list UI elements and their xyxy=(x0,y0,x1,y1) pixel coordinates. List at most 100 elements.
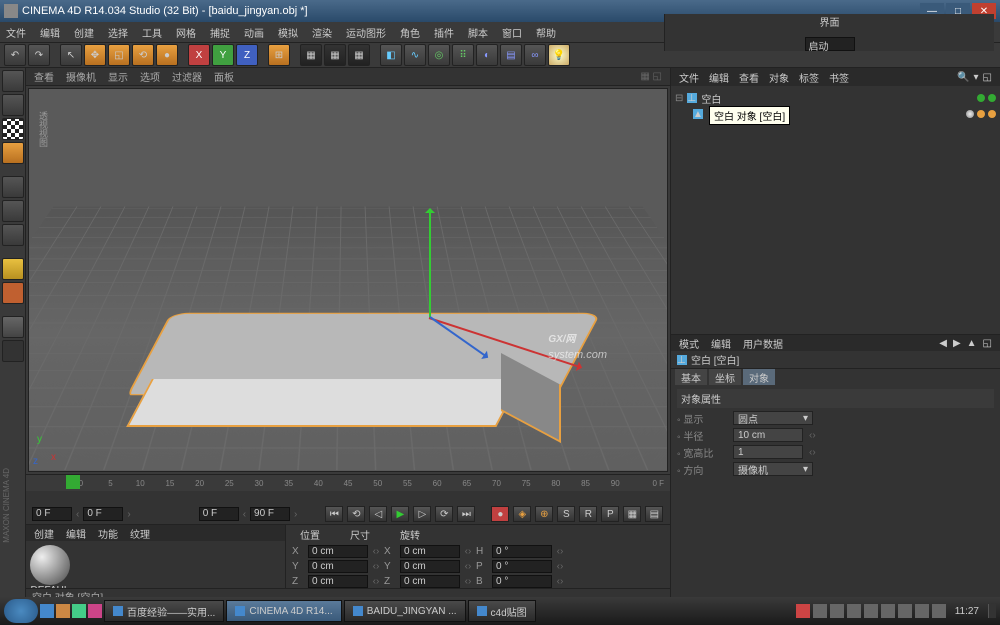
render-dot[interactable] xyxy=(988,94,996,102)
deformer-button[interactable]: ◐ xyxy=(476,44,498,66)
point-mode-button[interactable] xyxy=(2,176,24,198)
render-region-button[interactable]: ▦ xyxy=(324,44,346,66)
goto-end-button[interactable]: ⏭ xyxy=(457,506,475,522)
taskbar-item[interactable]: 百度经验——实用... xyxy=(104,600,224,622)
move-tool[interactable]: ✥ xyxy=(84,44,106,66)
tray-icon[interactable] xyxy=(813,604,827,618)
visibility-dot[interactable] xyxy=(977,110,985,118)
object-row[interactable]: ⊟ ⊥ 空白 xyxy=(675,90,996,106)
material-tab[interactable]: 功能 xyxy=(98,526,118,541)
tray-icon[interactable] xyxy=(830,604,844,618)
object-panel-tab[interactable]: 文件 xyxy=(679,70,699,85)
menu-item[interactable]: 网格 xyxy=(176,25,196,40)
timeline-current-field[interactable]: 0 F xyxy=(83,507,123,521)
material-preview[interactable] xyxy=(30,545,70,585)
tray-icon[interactable] xyxy=(847,604,861,618)
coord-rot-field[interactable]: 0 ° xyxy=(492,575,552,588)
object-tree[interactable]: ⊟ ⊥ 空白 ▲ 空白 对象 [空白] xyxy=(671,86,1000,334)
timeline-ruler[interactable]: 0510152025303540455055606570758085900 F xyxy=(26,475,670,491)
layout-drop[interactable]: 启动 xyxy=(805,37,855,51)
menu-item[interactable]: 动画 xyxy=(244,25,264,40)
viewport-tab[interactable]: 选项 xyxy=(140,69,160,84)
menu-item[interactable]: 脚本 xyxy=(468,25,488,40)
quicklaunch-icon[interactable] xyxy=(88,604,102,618)
axis-y-toggle[interactable]: Y xyxy=(212,44,234,66)
coord-size-field[interactable]: 0 cm xyxy=(400,575,460,588)
search-icon[interactable]: 🔍 xyxy=(957,72,969,83)
tray-icon[interactable] xyxy=(881,604,895,618)
coord-rot-field[interactable]: 0 ° xyxy=(492,560,552,573)
menu-item[interactable]: 插件 xyxy=(434,25,454,40)
menu-item[interactable]: 创建 xyxy=(74,25,94,40)
attr-subtab[interactable]: 对象 xyxy=(743,369,775,385)
object-panel-tab[interactable]: 查看 xyxy=(739,70,759,85)
coord-pos-field[interactable]: 0 cm xyxy=(308,575,368,588)
material-tab[interactable]: 编辑 xyxy=(66,526,86,541)
render-view-button[interactable]: ▦ xyxy=(300,44,322,66)
model-mode-button[interactable] xyxy=(2,70,24,92)
menu-item[interactable]: 文件 xyxy=(6,25,26,40)
viewport-tab[interactable]: 摄像机 xyxy=(66,69,96,84)
environment-button[interactable]: ▤ xyxy=(500,44,522,66)
timeline-start-field[interactable]: 0 F xyxy=(32,507,72,521)
light-button[interactable]: 💡 xyxy=(548,44,570,66)
menu-item[interactable]: 工具 xyxy=(142,25,162,40)
record-button[interactable]: ● xyxy=(491,506,509,522)
menu-item[interactable]: 运动图形 xyxy=(346,25,386,40)
visibility-dot[interactable] xyxy=(977,94,985,102)
quicklaunch-icon[interactable] xyxy=(72,604,86,618)
spline-button[interactable]: ∿ xyxy=(404,44,426,66)
tray-icon[interactable] xyxy=(915,604,929,618)
prev-key-button[interactable]: ⟲ xyxy=(347,506,365,522)
key-pos-button[interactable]: ⊕ xyxy=(535,506,553,522)
viewport-tab[interactable]: 显示 xyxy=(108,69,128,84)
attr-back-icon[interactable]: ◀ xyxy=(939,338,947,349)
viewport-mini-icon[interactable]: ▦ ◱ xyxy=(640,71,662,82)
coord-size-field[interactable]: 0 cm xyxy=(400,560,460,573)
menu-item[interactable]: 窗口 xyxy=(502,25,522,40)
axis-x-toggle[interactable]: X xyxy=(188,44,210,66)
goto-start-button[interactable]: ⏮ xyxy=(325,506,343,522)
object-mode-button[interactable] xyxy=(2,94,24,116)
show-desktop-button[interactable] xyxy=(988,604,996,618)
texture-mode-button[interactable] xyxy=(2,118,24,140)
key-param-button[interactable]: P xyxy=(601,506,619,522)
mesh-object[interactable] xyxy=(149,279,579,429)
coord-system-button[interactable]: ⊞ xyxy=(268,44,290,66)
tag-icon[interactable] xyxy=(966,110,974,118)
object-panel-tab[interactable]: 书签 xyxy=(829,70,849,85)
taskbar-item[interactable]: c4d贴图 xyxy=(468,600,536,622)
prev-frame-button[interactable]: ◁ xyxy=(369,506,387,522)
next-key-button[interactable]: ⟳ xyxy=(435,506,453,522)
edge-mode-button[interactable] xyxy=(2,200,24,222)
menu-item[interactable]: 帮助 xyxy=(536,25,556,40)
menu-item[interactable]: 角色 xyxy=(400,25,420,40)
tray-icon[interactable] xyxy=(898,604,912,618)
object-panel-tab[interactable]: 编辑 xyxy=(709,70,729,85)
object-panel-tab[interactable]: 标签 xyxy=(799,70,819,85)
attr-dropdown[interactable]: 圆点 ▾ xyxy=(733,411,813,425)
nurbs-button[interactable]: ◎ xyxy=(428,44,450,66)
array-button[interactable]: ⠿ xyxy=(452,44,474,66)
menu-item[interactable]: 渲染 xyxy=(312,25,332,40)
axis-mode-button[interactable] xyxy=(2,258,24,280)
coord-size-field[interactable]: 0 cm xyxy=(400,545,460,558)
lasttool-button[interactable]: ● xyxy=(156,44,178,66)
key-scale-button[interactable]: S xyxy=(557,506,575,522)
tray-icon[interactable] xyxy=(864,604,878,618)
quicklaunch-icon[interactable] xyxy=(40,604,54,618)
timeline-playhead[interactable] xyxy=(66,475,80,489)
menu-item[interactable]: 模拟 xyxy=(278,25,298,40)
attr-subtab[interactable]: 坐标 xyxy=(709,369,741,385)
viewport-tab[interactable]: 面板 xyxy=(214,69,234,84)
next-frame-button[interactable]: ▷ xyxy=(413,506,431,522)
menu-item[interactable]: 捕捉 xyxy=(210,25,230,40)
attr-fwd-icon[interactable]: ▶ xyxy=(953,338,961,349)
material-tab[interactable]: 纹理 xyxy=(130,526,150,541)
attr-tab[interactable]: 用户数据 xyxy=(743,336,783,351)
select-tool[interactable]: ↖ xyxy=(60,44,82,66)
taskbar-item[interactable]: CINEMA 4D R14... xyxy=(226,600,341,622)
attr-up-icon[interactable]: ▲ xyxy=(967,338,977,349)
render-dot[interactable] xyxy=(988,110,996,118)
key-opts-button[interactable]: ▤ xyxy=(645,506,663,522)
